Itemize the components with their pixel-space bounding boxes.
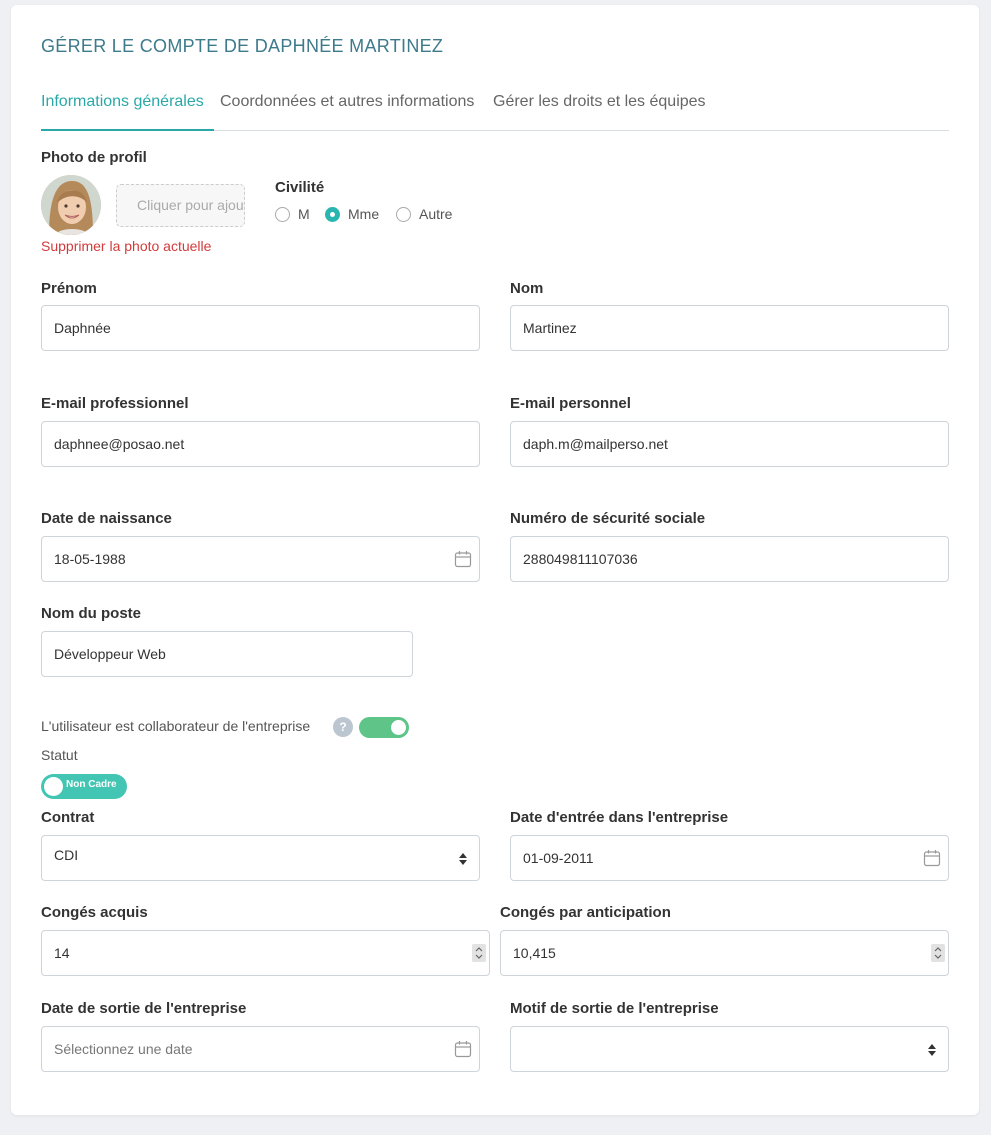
ssn-value: 288049811107036 <box>523 551 638 567</box>
contract-label: Contrat <box>41 809 95 826</box>
calendar-icon[interactable] <box>923 849 941 867</box>
tab-contact-info[interactable]: Coordonnées et autres informations <box>220 93 474 111</box>
exit-date-label: Date de sortie de l'entreprise <box>41 1000 247 1017</box>
radio-checked-icon <box>325 206 340 222</box>
anticipated-leave-value: 10,415 <box>513 945 556 961</box>
first-name-label: Prénom <box>41 280 97 297</box>
exit-reason-select[interactable] <box>510 1026 949 1072</box>
exit-date-field[interactable]: Sélectionnez une date <box>41 1026 480 1072</box>
exit-date-placeholder: Sélectionnez une date <box>54 1041 193 1057</box>
ssn-field[interactable]: 288049811107036 <box>510 536 949 582</box>
work-email-value: daphnee@posao.net <box>54 436 185 452</box>
collaborator-label: L'utilisateur est collaborateur de l'ent… <box>41 718 311 734</box>
acquired-leave-value: 14 <box>54 945 70 961</box>
work-email-label: E-mail professionnel <box>41 395 189 412</box>
personal-email-label: E-mail personnel <box>510 395 631 412</box>
contract-value: CDI <box>54 847 79 863</box>
civility-option-label: M <box>298 206 310 222</box>
work-email-field[interactable]: daphnee@posao.net <box>41 421 480 467</box>
delete-photo-link[interactable]: Supprimer la photo actuelle <box>41 238 211 254</box>
entry-date-field[interactable]: 01-09-2011 <box>510 835 949 881</box>
civility-label: Civilité <box>275 179 325 196</box>
avatar-image <box>41 175 101 235</box>
birth-date-field[interactable]: 18-05-1988 <box>41 536 480 582</box>
help-icon[interactable]: ? <box>333 717 353 737</box>
number-spinner-icon[interactable] <box>931 944 945 962</box>
tab-bar: Informations générales Coordonnées et au… <box>41 90 949 131</box>
last-name-value: Martinez <box>523 320 577 336</box>
civility-option-label: Mme <box>348 206 380 222</box>
upload-photo-button[interactable]: Cliquer pour ajouter <box>116 184 245 227</box>
toggle-knob <box>44 777 63 796</box>
anticipated-leave-label: Congés par anticipation <box>500 904 671 921</box>
civility-radio-m[interactable]: M <box>275 206 310 222</box>
calendar-icon[interactable] <box>454 1040 472 1058</box>
contract-select[interactable]: CDI <box>41 835 480 881</box>
acquired-leave-field[interactable]: 14 <box>41 930 490 976</box>
status-label: Statut <box>41 747 78 763</box>
personal-email-field[interactable]: daph.m@mailperso.net <box>510 421 949 467</box>
exit-reason-label: Motif de sortie de l'entreprise <box>510 1000 719 1017</box>
tab-general-info[interactable]: Informations générales <box>41 93 214 131</box>
status-toggle-text: Non Cadre <box>66 779 117 790</box>
anticipated-leave-field[interactable]: 10,415 <box>500 930 949 976</box>
tab-rights-teams[interactable]: Gérer les droits et les équipes <box>493 93 706 111</box>
last-name-label: Nom <box>510 280 544 297</box>
civility-option-label: Autre <box>419 206 453 222</box>
civility-radio-autre[interactable]: Autre <box>396 206 452 222</box>
collaborator-toggle[interactable] <box>359 717 409 738</box>
status-toggle[interactable]: Non Cadre <box>41 774 127 799</box>
job-title-value: Développeur Web <box>54 646 166 662</box>
last-name-field[interactable]: Martinez <box>510 305 949 351</box>
job-title-label: Nom du poste <box>41 605 141 622</box>
birth-date-label: Date de naissance <box>41 510 172 527</box>
toggle-knob <box>391 720 406 735</box>
page-title: GÉRER LE COMPTE DE DAPHNÉE MARTINEZ <box>41 36 444 56</box>
select-caret-icon <box>928 1044 936 1056</box>
ssn-label: Numéro de sécurité sociale <box>510 510 706 527</box>
select-caret-icon <box>459 853 467 865</box>
civility-radio-mme[interactable]: Mme <box>325 206 379 222</box>
personal-email-value: daph.m@mailperso.net <box>523 436 668 452</box>
birth-date-value: 18-05-1988 <box>54 551 126 567</box>
avatar[interactable] <box>41 175 101 235</box>
first-name-field[interactable]: Daphnée <box>41 305 480 351</box>
first-name-value: Daphnée <box>54 320 111 336</box>
job-title-field[interactable]: Développeur Web <box>41 631 413 677</box>
radio-circle-icon <box>396 206 411 222</box>
account-card: GÉRER LE COMPTE DE DAPHNÉE MARTINEZ Info… <box>11 5 979 1115</box>
radio-circle-icon <box>275 206 290 222</box>
entry-date-value: 01-09-2011 <box>523 850 594 866</box>
entry-date-label: Date d'entrée dans l'entreprise <box>510 809 729 826</box>
calendar-icon[interactable] <box>454 550 472 568</box>
acquired-leave-label: Congés acquis <box>41 904 148 921</box>
profile-photo-label: Photo de profil <box>41 149 147 166</box>
number-spinner-icon[interactable] <box>472 944 486 962</box>
